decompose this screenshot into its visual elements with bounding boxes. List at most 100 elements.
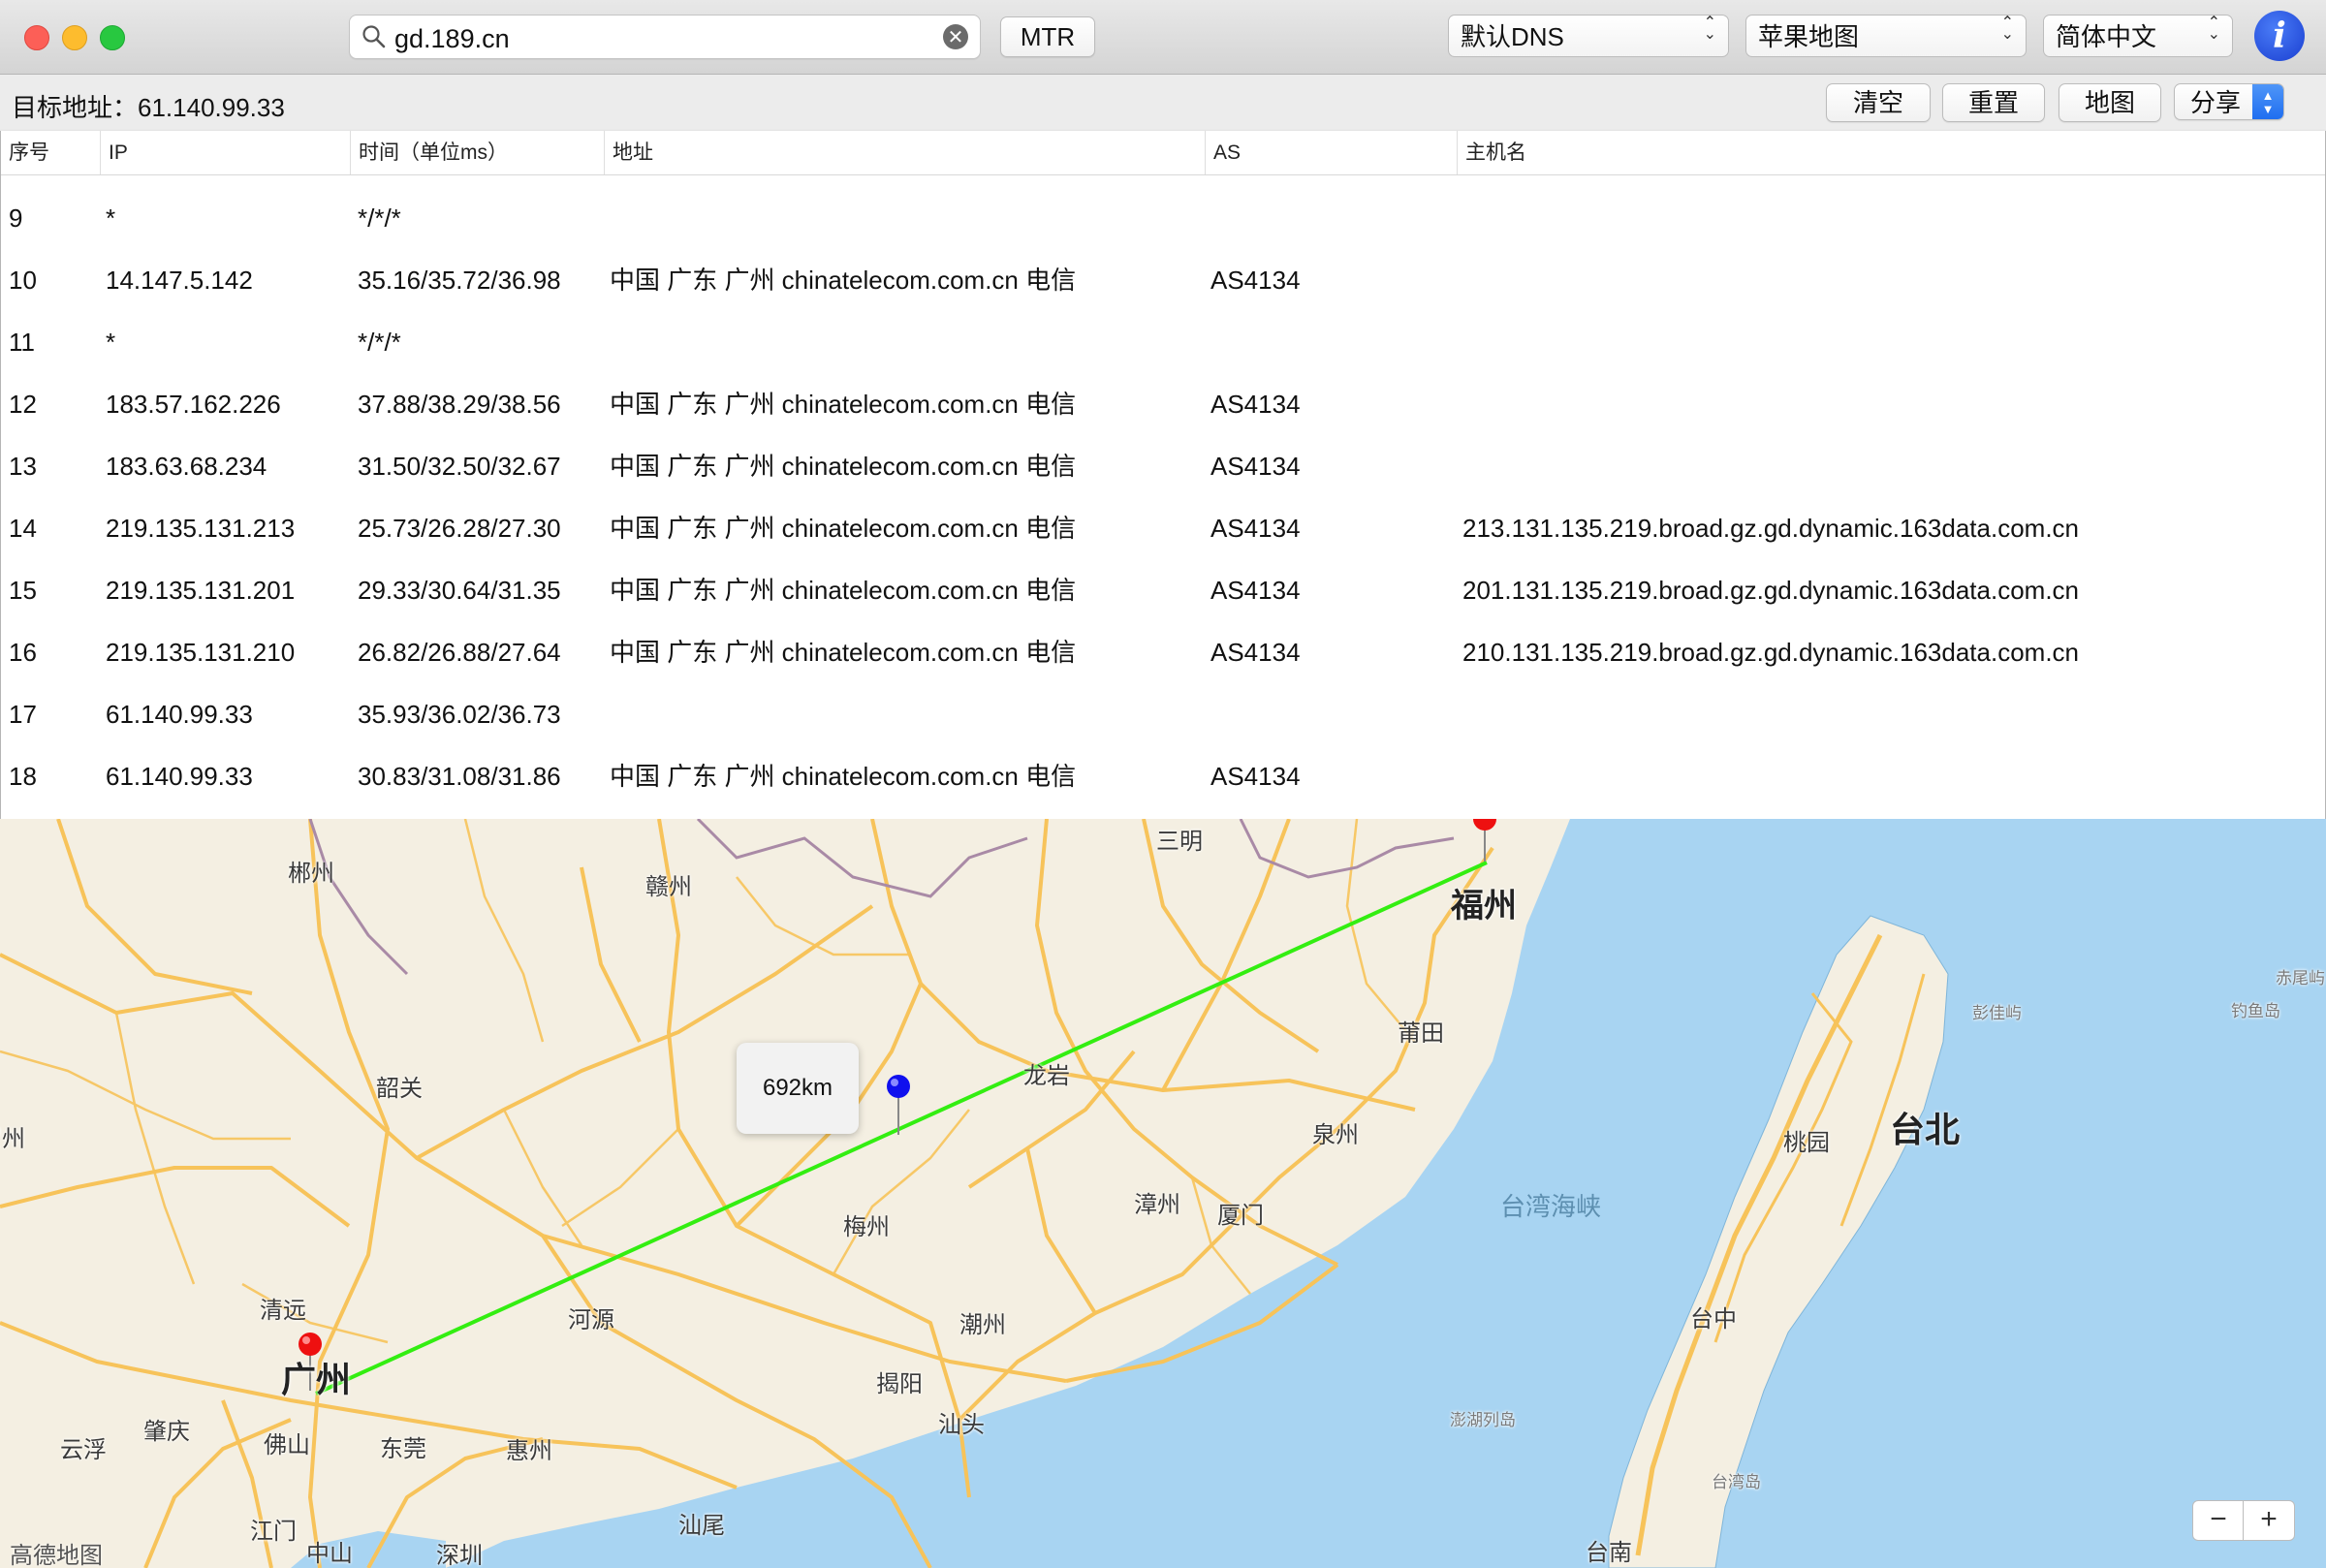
zoom-out-button[interactable]: − [2192, 1500, 2245, 1541]
host-search-field[interactable]: gd.189.cn ✕ [349, 15, 981, 59]
city-label: 三明 [1156, 829, 1203, 855]
col-seq[interactable]: 序号 [1, 131, 98, 174]
cell-seq: 17 [9, 700, 37, 729]
city-label: 惠州 [506, 1438, 552, 1464]
table-row[interactable]: 14 219.135.131.213 25.73/26.28/27.30 中国 广东 … [1, 497, 2325, 559]
cell-time: */*/* [358, 204, 401, 233]
island-label: 澎湖列岛 [1450, 1411, 1516, 1429]
zoom-in-button[interactable]: + [2243, 1500, 2295, 1541]
island-label: 赤尾屿 [2276, 969, 2325, 988]
island-label: 彭佳屿 [1972, 1004, 2022, 1022]
clear-button[interactable]: 清空 [1826, 83, 1931, 122]
cell-addr: 中国 广东 广州 chinatelecom.com.cn 电信 [610, 266, 1077, 295]
cell-host: 210.131.135.219.broad.gz.gd.dynamic.163d… [1462, 638, 2080, 667]
map-button[interactable]: 地图 [2059, 83, 2161, 122]
city-label: 福州 [1451, 888, 1517, 925]
table-row[interactable]: 13 183.63.68.234 31.50/32.50/32.67 中国 广东 广州… [1, 435, 2325, 497]
city-label: 台南 [1586, 1540, 1632, 1566]
col-as[interactable]: AS [1205, 131, 1457, 174]
updown-chevron-icon: ⌃ ⌄ [2207, 15, 2220, 43]
city-label: 云浮 [60, 1437, 107, 1463]
city-label: 郴州 [288, 861, 334, 887]
cell-ip: 61.140.99.33 [106, 700, 253, 729]
cell-host: 213.131.135.219.broad.gz.gd.dynamic.163d… [1462, 514, 2080, 543]
updown-chevron-icon: ▲ ▼ [2252, 84, 2283, 119]
cell-as: AS4134 [1210, 266, 1301, 295]
cell-seq: 14 [9, 514, 37, 543]
col-time[interactable]: 时间（单位ms） [350, 131, 604, 174]
cell-ip: 219.135.131.210 [106, 638, 296, 667]
table-header: 序号 IP 时间（单位ms） 地址 AS 主机名 [1, 131, 2325, 175]
cell-ip: * [106, 204, 116, 233]
city-label: 潮州 [959, 1312, 1006, 1338]
city-label: 中山 [306, 1541, 353, 1567]
cell-time: 37.88/38.29/38.56 [358, 390, 561, 419]
map-provider-select[interactable]: 苹果地图 ⌃ ⌄ [1745, 15, 2027, 57]
cell-time: 31.50/32.50/32.67 [358, 452, 561, 481]
map-credit-logo: 高德地图 [10, 1543, 103, 1568]
cell-seq: 16 [9, 638, 37, 667]
table-row[interactable]: 9 * */*/* [1, 187, 2325, 249]
cell-addr: 中国 广东 广州 chinatelecom.com.cn 电信 [610, 452, 1077, 481]
city-label: 赣州 [645, 874, 692, 900]
cell-seq: 18 [9, 762, 37, 791]
language-select[interactable]: 简体中文 ⌃ ⌄ [2043, 15, 2233, 57]
table-row[interactable]: 16 219.135.131.210 26.82/26.88/27.64 中国 广东 … [1, 621, 2325, 683]
window-toolbar: gd.189.cn ✕ MTR 默认DNS ⌃ ⌄ 苹果地图 ⌃ ⌄ 简体中文 ⌃ ⌄… [0, 0, 2326, 75]
dns-select-value: 默认DNS [1461, 22, 1564, 51]
city-label: 台中 [1690, 1306, 1737, 1333]
search-input[interactable]: gd.189.cn [394, 24, 510, 54]
share-label: 分享 [2190, 88, 2242, 117]
cell-ip: * [106, 328, 116, 357]
city-label: 桃园 [1783, 1130, 1830, 1156]
cell-seq: 9 [9, 204, 23, 233]
cell-host: 201.131.135.219.broad.gz.gd.dynamic.163d… [1462, 576, 2080, 605]
cell-addr: 中国 广东 广州 chinatelecom.com.cn 电信 [610, 514, 1077, 543]
cell-seq: 12 [9, 390, 37, 419]
cell-time: */*/* [358, 328, 401, 357]
city-label: 泉州 [1312, 1122, 1359, 1148]
table-row[interactable]: 17 61.140.99.33 35.93/36.02/36.73 [1, 683, 2325, 745]
clear-search-icon[interactable]: ✕ [943, 24, 968, 49]
city-label: 漳州 [1134, 1192, 1180, 1218]
table-row[interactable]: 11 * */*/* [1, 311, 2325, 373]
cell-ip: 219.135.131.201 [106, 576, 296, 605]
search-icon [361, 24, 387, 54]
cell-addr: 中国 广东 广州 chinatelecom.com.cn 电信 [610, 638, 1077, 667]
close-window-button[interactable] [24, 25, 49, 50]
city-label: 厦门 [1217, 1203, 1264, 1229]
table-row[interactable]: 10 14.147.5.142 35.16/35.72/36.98 中国 广东 广州 … [1, 249, 2325, 311]
updown-chevron-icon: ⌃ ⌄ [1703, 15, 1716, 43]
cell-as: AS4134 [1210, 576, 1301, 605]
mtr-button[interactable]: MTR [1000, 16, 1095, 57]
col-address[interactable]: 地址 [604, 131, 1205, 174]
city-label: 东莞 [380, 1436, 426, 1462]
cell-ip: 61.140.99.33 [106, 762, 253, 791]
minimize-window-button[interactable] [62, 25, 87, 50]
cell-ip: 183.57.162.226 [106, 390, 281, 419]
table-row[interactable]: 18 61.140.99.33 30.83/31.08/31.86 中国 广东 广州 … [1, 745, 2325, 807]
city-label: 台北 [1890, 1110, 1961, 1149]
city-label: 肇庆 [143, 1419, 190, 1445]
target-address: 目标地址：61.140.99.33 [12, 88, 285, 124]
cell-seq: 11 [9, 328, 35, 357]
end-pin-icon[interactable] [1465, 819, 1504, 863]
info-icon[interactable]: i [2254, 11, 2305, 61]
table-row[interactable]: 12 183.57.162.226 37.88/38.29/38.56 中国 广东 广… [1, 373, 2325, 435]
share-popup-button[interactable]: 分享 ▲ ▼ [2174, 83, 2284, 120]
sea-label: 台湾海峡 [1500, 1192, 1602, 1221]
midpoint-pin-icon[interactable] [882, 1073, 921, 1139]
col-hostname[interactable]: 主机名 [1457, 131, 2325, 174]
cell-time: 30.83/31.08/31.86 [358, 762, 561, 791]
island-label: 钓鱼岛 [2231, 1002, 2280, 1020]
dns-select[interactable]: 默认DNS ⌃ ⌄ [1448, 15, 1729, 57]
cell-time: 35.16/35.72/36.98 [358, 266, 561, 295]
zoom-window-button[interactable] [100, 25, 125, 50]
map-view[interactable]: 692km 郴州 赣州 三明 福州 韶关 贺州 莆田 龙岩 泉州 台北 桃园 漳… [0, 819, 2326, 1568]
col-ip[interactable]: IP [100, 131, 350, 174]
traceroute-table[interactable]: 序号 IP 时间（单位ms） 地址 AS 主机名 9 * */*/* 10 14.147… [0, 131, 2326, 820]
table-row[interactable]: 15 219.135.131.201 29.33/30.64/31.35 中国 广东 … [1, 559, 2325, 621]
lang-select-value: 简体中文 [2056, 22, 2157, 51]
reset-button[interactable]: 重置 [1942, 83, 2045, 122]
cell-time: 25.73/26.28/27.30 [358, 514, 561, 543]
